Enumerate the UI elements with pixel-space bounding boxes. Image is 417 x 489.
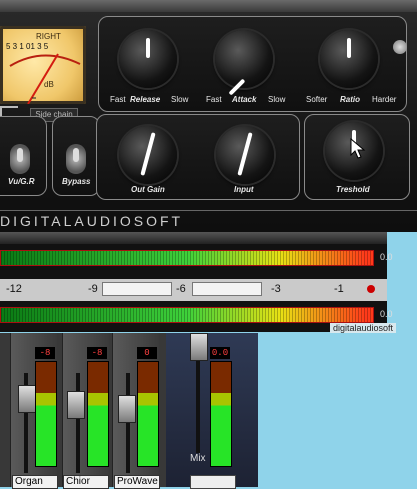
release-slow-label: Slow <box>171 95 189 104</box>
meter-range-segment <box>102 282 172 296</box>
credit-label: digitalaudiosoft <box>330 323 397 333</box>
plugin-title-bar <box>0 0 417 12</box>
bottom-peak-value: 0.0 <box>380 309 393 319</box>
channel-fader[interactable] <box>18 385 36 413</box>
mouse-cursor-icon <box>350 138 366 159</box>
vugr-toggle-switch[interactable] <box>10 144 30 174</box>
clip-led-icon[interactable] <box>367 285 375 293</box>
mix-meter <box>210 361 232 467</box>
input-label: Input <box>234 185 254 194</box>
vu-needle <box>9 53 81 104</box>
bypass-toggle-switch[interactable] <box>66 144 86 174</box>
channel-peak-readout: -8 <box>87 347 107 359</box>
channel-meter <box>137 361 159 467</box>
release-fast-label: Fast <box>110 95 126 104</box>
channel-meter <box>35 361 57 467</box>
channel-fader[interactable] <box>67 391 85 419</box>
mix-fader[interactable] <box>190 333 208 361</box>
release-knob[interactable] <box>119 30 177 88</box>
attack-fast-label: Fast <box>206 95 222 104</box>
tick-label: -12 <box>6 283 22 295</box>
tick-label: -6 <box>176 283 186 295</box>
attack-slow-label: Slow <box>268 95 286 104</box>
bottom-level-bar <box>0 307 374 323</box>
ratio-softer-label: Softer <box>306 95 328 104</box>
brand-logo: DIGITALAUDIOSOFT <box>0 213 184 229</box>
release-label: Release <box>130 95 161 104</box>
channel-strip-prowave: 0 <box>112 333 159 487</box>
ratio-harder-label: Harder <box>372 95 397 104</box>
mix-strip: Mix 0.0 <box>166 333 258 489</box>
out-gain-label: Out Gain <box>131 185 165 194</box>
out-gain-knob[interactable] <box>119 126 177 184</box>
tick-label: -1 <box>334 283 344 295</box>
screw-icon <box>393 40 407 54</box>
ratio-label: Ratio <box>340 95 360 104</box>
meter-title-strip <box>0 232 387 244</box>
channel-strip-organ: -8 <box>10 333 57 487</box>
mix-label: Mix <box>190 453 206 464</box>
ratio-knob[interactable] <box>320 30 378 88</box>
mix-peak-readout: 0.0 <box>210 347 230 359</box>
channel-peak-readout: 0 <box>137 347 157 359</box>
top-level-bar <box>0 250 374 266</box>
channel-peak-readout: -8 <box>35 347 55 359</box>
tick-label: -3 <box>271 283 281 295</box>
channel-fader[interactable] <box>118 395 136 423</box>
channel-strip-chior: -8 <box>62 333 109 487</box>
threshold-label: Treshold <box>336 185 370 194</box>
input-knob[interactable] <box>216 126 274 184</box>
tick-label: -9 <box>88 283 98 295</box>
attack-label: Attack <box>232 95 257 104</box>
vugr-label: Vu/G.R <box>8 177 35 186</box>
brand-divider <box>0 210 417 211</box>
vu-meter: RIGHT 5 3 1 01 3 5 dB <box>0 26 86 104</box>
attack-knob[interactable] <box>215 30 273 96</box>
meter-range-segment <box>192 282 262 296</box>
bypass-label: Bypass <box>62 177 91 186</box>
compressor-plugin: RIGHT 5 3 1 01 3 5 dB Side chain Fast Re… <box>0 0 417 232</box>
top-peak-value: 0.0 <box>380 252 393 262</box>
channel-meter <box>87 361 109 467</box>
